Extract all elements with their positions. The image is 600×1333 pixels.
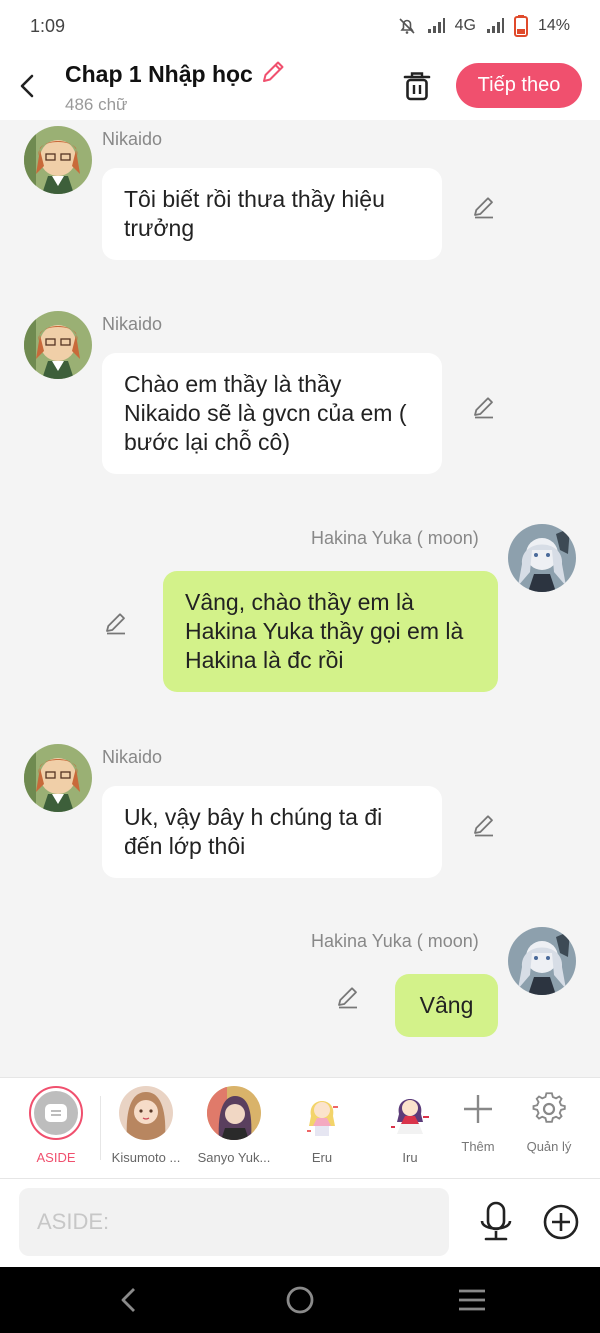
character-label: ASIDE bbox=[36, 1150, 76, 1165]
nav-home-button[interactable] bbox=[280, 1281, 320, 1319]
pencil-icon[interactable] bbox=[259, 58, 287, 91]
nav-menu-icon bbox=[459, 1289, 485, 1311]
divider bbox=[100, 1096, 101, 1160]
sender-name: Hakina Yuka ( moon) bbox=[311, 528, 479, 548]
sender-name: Hakina Yuka ( moon) bbox=[311, 931, 479, 951]
plus-icon bbox=[464, 1095, 492, 1123]
attach-button[interactable] bbox=[542, 1203, 580, 1241]
sender-name: Nikaido bbox=[102, 129, 163, 149]
network-type: 4G bbox=[454, 17, 476, 34]
character-bar: ASIDE Kisumoto ... Sanyo Yuk... Eru Iru … bbox=[0, 1077, 600, 1189]
status-icons: 4G 14% bbox=[397, 15, 570, 37]
character-label: Eru bbox=[311, 1150, 333, 1165]
character-eru[interactable]: Eru bbox=[282, 1086, 362, 1165]
avatar bbox=[119, 1086, 173, 1140]
plus-circle-icon bbox=[543, 1204, 579, 1240]
avatar bbox=[207, 1086, 261, 1140]
character-iru[interactable]: Iru bbox=[370, 1086, 450, 1165]
top-bar: Chap 1 Nhập học 486 chữ Tiếp theo bbox=[0, 52, 600, 120]
chapter-title: Chap 1 Nhập học bbox=[65, 61, 253, 87]
avatar bbox=[383, 1086, 437, 1140]
chapter-title-area[interactable]: Chap 1 Nhập học 486 chữ bbox=[65, 58, 287, 115]
pencil-icon[interactable] bbox=[471, 394, 497, 420]
character-label: Sanyo Yuk... bbox=[197, 1150, 271, 1165]
aside-avatar bbox=[29, 1086, 83, 1140]
signal-icon bbox=[486, 18, 504, 34]
character-label: Iru bbox=[402, 1150, 418, 1165]
message-icon bbox=[45, 1104, 67, 1122]
battery-level: 14% bbox=[537, 17, 570, 34]
manage-characters-button[interactable]: Quản lý bbox=[514, 1092, 584, 1154]
character-label: Kisumoto ... bbox=[111, 1150, 181, 1165]
bell-off-icon bbox=[397, 16, 417, 36]
battery-icon bbox=[513, 15, 528, 37]
character-kisumoto[interactable]: Kisumoto ... bbox=[106, 1086, 186, 1165]
trash-icon bbox=[403, 72, 431, 101]
status-bar: 1:09 4G 14% bbox=[0, 0, 600, 52]
sender-name: Nikaido bbox=[102, 747, 163, 767]
delete-button[interactable] bbox=[400, 68, 434, 104]
nav-home-icon bbox=[286, 1286, 314, 1314]
nav-back-icon bbox=[121, 1288, 135, 1312]
signal-icon bbox=[427, 18, 445, 34]
gear-icon bbox=[532, 1092, 566, 1123]
message-bubble[interactable]: Chào em thầy là thầy Nikaido sẽ là gvcn … bbox=[102, 353, 442, 474]
add-character-label: Thêm bbox=[461, 1139, 495, 1154]
pencil-icon[interactable] bbox=[471, 194, 497, 220]
message-bubble[interactable]: Uk, vậy bây h chúng ta đi đến lớp thôi bbox=[102, 786, 442, 878]
back-button[interactable] bbox=[12, 66, 42, 106]
avatar[interactable] bbox=[508, 927, 576, 995]
message-input[interactable] bbox=[19, 1188, 449, 1256]
message-bubble[interactable]: Vâng bbox=[395, 974, 498, 1037]
character-sanyo[interactable]: Sanyo Yuk... bbox=[194, 1086, 274, 1165]
manage-characters-label: Quản lý bbox=[526, 1139, 572, 1154]
chat-area[interactable]: Nikaido Tôi biết rồi thưa thầy hiệu trưở… bbox=[0, 120, 600, 1077]
nav-recents-button[interactable] bbox=[452, 1281, 492, 1319]
pencil-icon[interactable] bbox=[471, 812, 497, 838]
avatar[interactable] bbox=[24, 126, 92, 194]
pencil-icon[interactable] bbox=[103, 610, 129, 636]
add-character-button[interactable]: Thêm bbox=[443, 1092, 513, 1154]
message-bubble[interactable]: Vâng, chào thầy em là Hakina Yuka thầy g… bbox=[163, 571, 498, 692]
avatar bbox=[295, 1086, 349, 1140]
next-button[interactable]: Tiếp theo bbox=[456, 63, 582, 108]
back-arrow-icon bbox=[20, 74, 34, 98]
composer bbox=[0, 1179, 600, 1267]
message-bubble[interactable]: Tôi biết rồi thưa thầy hiệu trưởng bbox=[102, 168, 442, 260]
voice-button[interactable] bbox=[476, 1201, 516, 1243]
system-nav-bar bbox=[0, 1267, 600, 1333]
avatar[interactable] bbox=[508, 524, 576, 592]
sender-name: Nikaido bbox=[102, 314, 163, 334]
avatar[interactable] bbox=[24, 744, 92, 812]
character-aside[interactable]: ASIDE bbox=[16, 1086, 96, 1189]
status-time: 1:09 bbox=[30, 15, 66, 36]
nav-back-button[interactable] bbox=[108, 1281, 148, 1319]
avatar[interactable] bbox=[24, 311, 92, 379]
microphone-icon bbox=[480, 1201, 512, 1241]
word-count: 486 chữ bbox=[65, 95, 128, 114]
pencil-icon[interactable] bbox=[335, 984, 361, 1010]
